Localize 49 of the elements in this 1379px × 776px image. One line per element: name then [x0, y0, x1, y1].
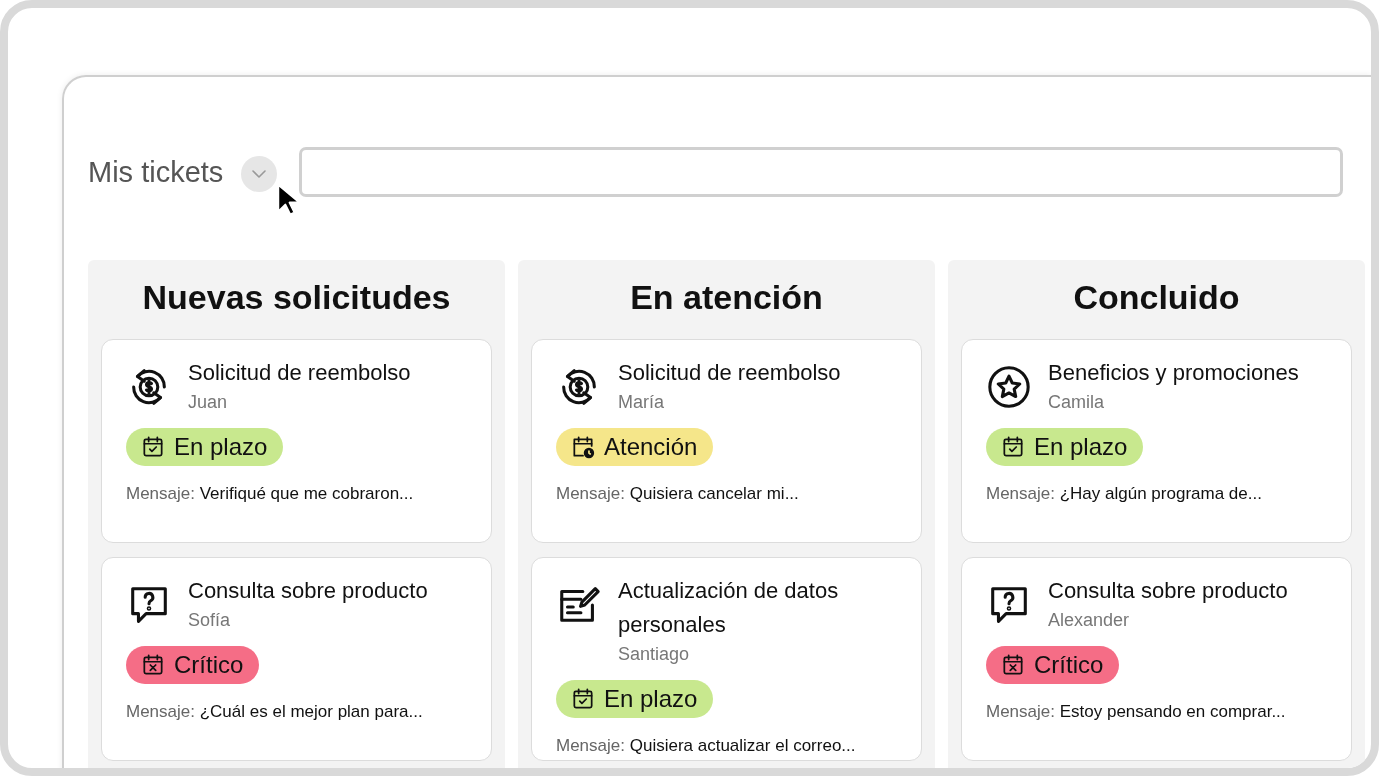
ticket-card[interactable]: Beneficios y promociones Camila En plazo Mensaje: ¿Hay algún programa de...	[961, 339, 1352, 543]
message-label: Mensaje:	[986, 484, 1055, 503]
status-badge: En plazo	[986, 428, 1144, 466]
message-label: Mensaje:	[556, 736, 625, 755]
message-label: Mensaje:	[126, 484, 195, 503]
status-badge: Crítico	[126, 646, 260, 684]
customer-name: Alexander	[1048, 609, 1131, 632]
ticket-title: Actualización de datos personales	[618, 577, 840, 639]
calendar-clock-icon	[570, 434, 596, 460]
status-badge: Crítico	[986, 646, 1120, 684]
ticket-card[interactable]: Consulta sobre producto Alexander Crítico Mensaje: Estoy pensando en comprar...	[961, 557, 1352, 761]
column-title: En atención	[629, 277, 824, 318]
message-text: ¿Cuál es el mejor plan para...	[198, 702, 423, 721]
customer-name: Camila	[1048, 391, 1105, 414]
status-badge: En plazo	[556, 680, 714, 718]
column-title: Nuevas solicitudes	[141, 277, 452, 318]
ticket-title: Solicitud de reembolso	[188, 359, 411, 387]
calendar-check-icon	[1000, 434, 1026, 460]
page-title: Mis tickets	[88, 155, 224, 189]
calendar-x-icon	[1000, 652, 1026, 678]
message-text: Verifiqué que me cobraron...	[198, 484, 414, 503]
status-badge: Atención	[556, 428, 714, 466]
ticket-title: Solicitud de reembolso	[618, 359, 841, 387]
customer-name: Sofía	[188, 609, 232, 632]
ticket-card[interactable]: Solicitud de reembolso María Atención Mensaje: Quisiera cancelar mi...	[531, 339, 922, 543]
message-text: Estoy pensando en comprar...	[1058, 702, 1286, 721]
ticket-card[interactable]: Actualización de datos personales Santiago En plazo Mensaje: Quisiera actualizar el correo...	[531, 557, 922, 761]
message-label: Mensaje:	[556, 484, 625, 503]
ticket-title: Consulta sobre producto	[188, 577, 428, 605]
calendar-check-icon	[570, 686, 596, 712]
ticket-title: Consulta sobre producto	[1048, 577, 1288, 605]
customer-name: Santiago	[618, 643, 691, 666]
message-label: Mensaje:	[126, 702, 195, 721]
message-label: Mensaje:	[986, 702, 1055, 721]
star-circle-icon	[986, 364, 1032, 410]
message-text: Quisiera actualizar el correo...	[628, 736, 856, 755]
ticket-card[interactable]: Solicitud de reembolso Juan En plazo Mensaje: Verifiqué que me cobraron...	[101, 339, 492, 543]
status-badge: En plazo	[126, 428, 284, 466]
calendar-check-icon	[140, 434, 166, 460]
column-title: Concluido	[1072, 277, 1241, 318]
message-text: Quisiera cancelar mi...	[628, 484, 799, 503]
search-field[interactable]	[299, 147, 1344, 197]
message-text: ¿Hay algún programa de...	[1058, 484, 1262, 503]
ticket-card[interactable]: Consulta sobre producto Sofía Crítico Mensaje: ¿Cuál es el mejor plan para...	[101, 557, 492, 761]
ticket-title: Beneficios y promociones	[1048, 359, 1299, 387]
customer-name: María	[618, 391, 665, 414]
customer-name: Juan	[188, 391, 229, 414]
calendar-x-icon	[140, 652, 166, 678]
dropdown-button[interactable]	[241, 156, 278, 192]
